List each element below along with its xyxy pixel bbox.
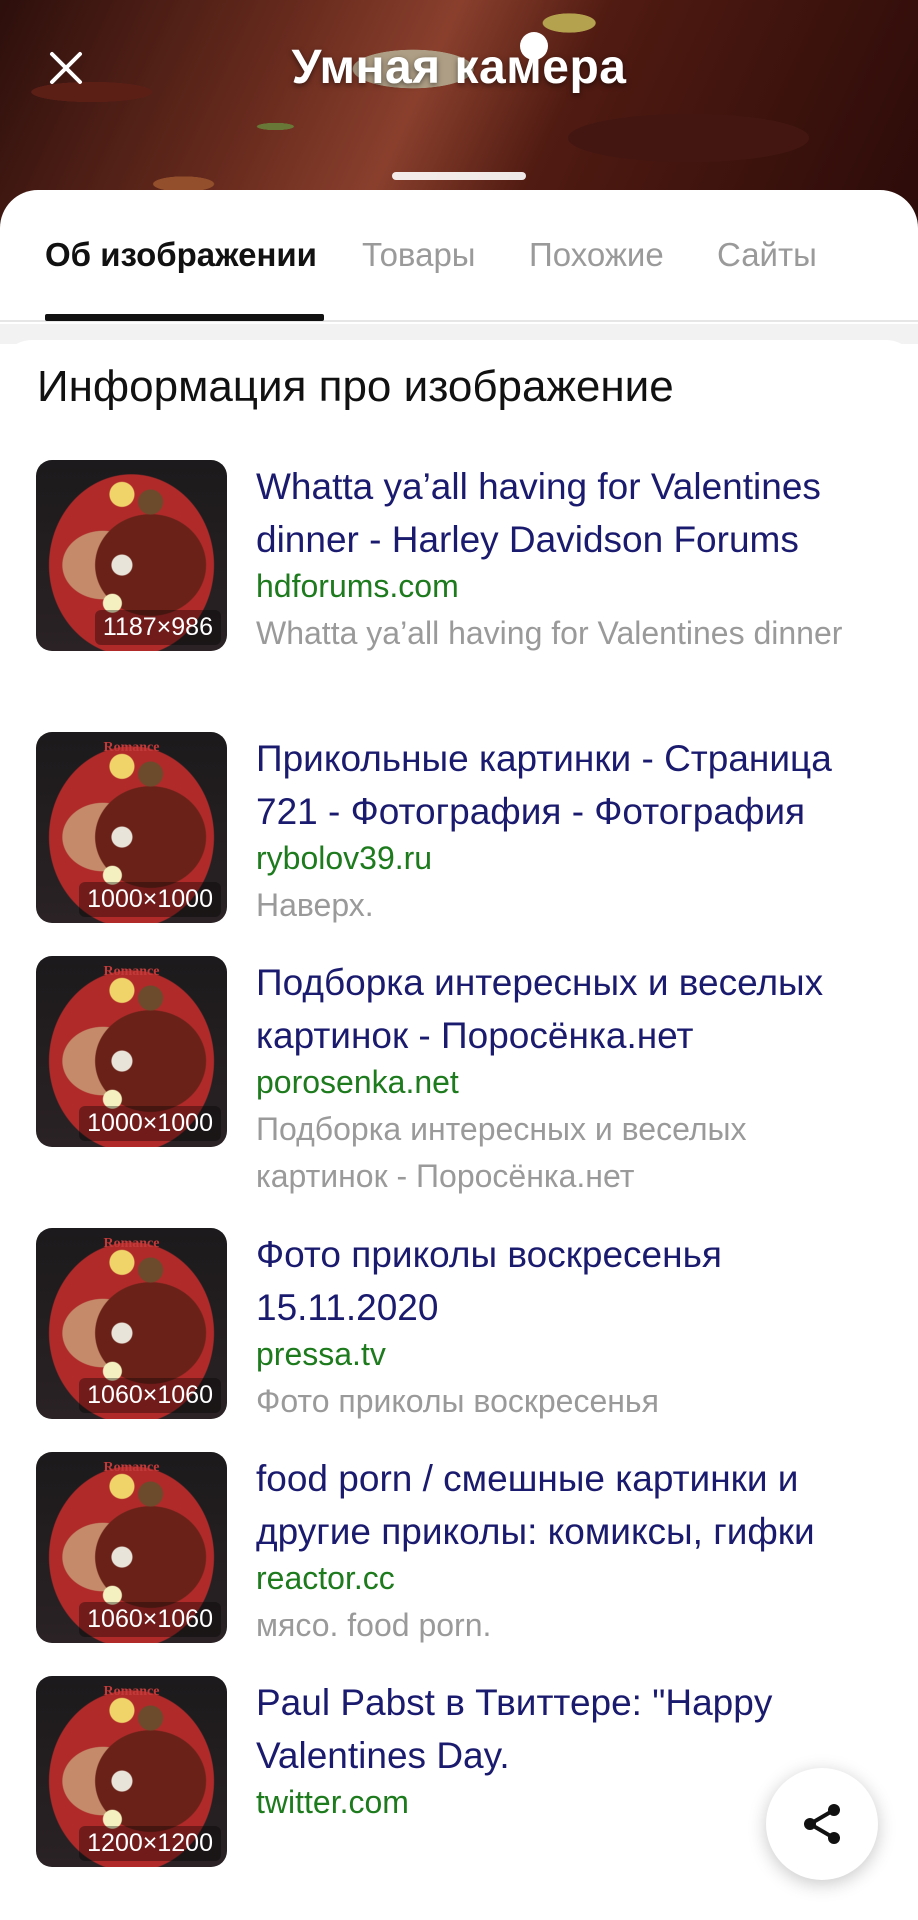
result-thumbnail[interactable]: Romance 1060×1060: [36, 1452, 227, 1643]
image-size-label: 1187×986: [94, 610, 221, 645]
result-thumbnail[interactable]: Romance 1200×1200: [36, 1676, 227, 1867]
result-thumbnail[interactable]: Romance 1000×1000: [36, 732, 227, 923]
image-size-label: 1060×1060: [79, 1378, 221, 1413]
result-thumbnail[interactable]: Romance 1000×1000: [36, 956, 227, 1147]
result-title-link[interactable]: Подборка интересных и веселых картинок -…: [256, 956, 896, 1062]
active-tab-indicator: [45, 314, 324, 321]
result-host[interactable]: rybolov39.ru: [256, 840, 432, 877]
result-description: Наверх.: [256, 887, 374, 923]
tab-sites[interactable]: Сайты: [717, 236, 817, 274]
thumbnail-brand-text: Romance: [103, 1236, 160, 1251]
result-host[interactable]: pressa.tv: [256, 1336, 386, 1373]
sheet-grabber[interactable]: [392, 172, 526, 180]
result-thumbnail[interactable]: 1187×986: [36, 460, 227, 651]
thumbnail-brand-text: Romance: [103, 1460, 160, 1475]
camera-dot-indicator: [520, 32, 548, 60]
result-host[interactable]: reactor.cc: [256, 1560, 395, 1597]
tab-products[interactable]: Товары: [362, 236, 476, 274]
section-title: Информация про изображение: [37, 362, 674, 411]
image-size-label: 1000×1000: [79, 882, 221, 917]
result-description: Подборка интересных и веселых картинок -…: [256, 1111, 747, 1194]
share-button[interactable]: [766, 1768, 878, 1880]
page-title: Умная камера: [291, 41, 627, 94]
result-title-link[interactable]: Фото приколы воскресенья 15.11.2020: [256, 1228, 896, 1334]
result-host[interactable]: porosenka.net: [256, 1064, 459, 1101]
result-title-link[interactable]: Whatta ya’all having for Valentines dinn…: [256, 460, 896, 566]
thumbnail-brand-text: Romance: [103, 964, 160, 979]
results-sheet: Об изображении Товары Похожие Сайты Инфо…: [0, 190, 918, 1920]
image-info-card: Информация про изображение 1187×986 What…: [0, 340, 918, 1920]
image-size-label: 1060×1060: [79, 1602, 221, 1637]
result-description: Whatta ya’all having for Valentines dinn…: [256, 615, 843, 651]
result-title-link[interactable]: food porn / смешные картинки и другие пр…: [256, 1452, 896, 1558]
image-size-label: 1200×1200: [79, 1826, 221, 1861]
tab-bar: Об изображении Товары Похожие Сайты: [0, 190, 918, 322]
share-icon: [804, 1804, 840, 1844]
thumbnail-brand-text: Romance: [103, 740, 160, 755]
result-thumbnail[interactable]: Romance 1060×1060: [36, 1228, 227, 1419]
result-description: мясо. food porn.: [256, 1607, 492, 1643]
result-host[interactable]: twitter.com: [256, 1784, 409, 1821]
result-description: Фото приколы воскресенья: [256, 1383, 659, 1419]
result-host[interactable]: hdforums.com: [256, 568, 459, 605]
thumbnail-brand-text: Romance: [103, 1684, 160, 1699]
tab-similar[interactable]: Похожие: [529, 236, 664, 274]
result-title-link[interactable]: Прикольные картинки - Страница 721 - Фот…: [256, 732, 896, 838]
image-size-label: 1000×1000: [79, 1106, 221, 1141]
result-title-link[interactable]: Paul Pabst в Твиттере: "Happy Valentines…: [256, 1676, 896, 1782]
tab-about-image[interactable]: Об изображении: [45, 236, 317, 274]
